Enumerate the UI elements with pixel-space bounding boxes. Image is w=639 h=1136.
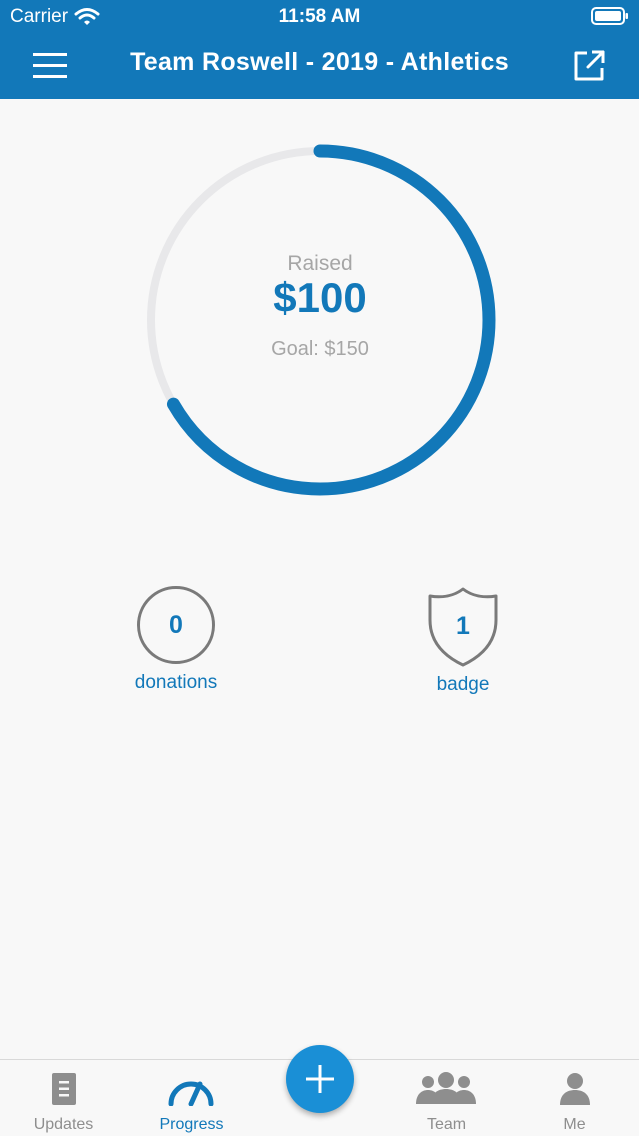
badge-label: badge xyxy=(436,674,490,695)
page-title: Team Roswell - 2019 - Athletics xyxy=(130,48,509,76)
badge-stat[interactable]: 1 badge xyxy=(403,586,523,696)
raised-amount: $100 xyxy=(273,274,367,321)
badge-count: 1 xyxy=(456,612,470,640)
plus-icon xyxy=(306,1065,334,1093)
tab-team[interactable]: Team xyxy=(383,1060,510,1136)
raised-label: Raised xyxy=(287,252,353,275)
navigation-bar: Team Roswell - 2019 - Athletics xyxy=(0,34,639,99)
add-button[interactable] xyxy=(286,1045,354,1113)
progress-ring-text: Raised $100 Goal: $150 xyxy=(144,144,496,496)
tab-updates[interactable]: Updates xyxy=(0,1060,127,1136)
hamburger-menu-icon[interactable] xyxy=(30,48,70,82)
speedometer-icon xyxy=(168,1081,214,1106)
tab-team-label: Team xyxy=(426,1116,467,1133)
tab-progress[interactable]: Progress xyxy=(128,1060,255,1136)
status-bar: Carrier 11:58 AM xyxy=(0,0,639,34)
donations-stat[interactable]: 0 donations xyxy=(116,586,236,694)
tab-me-label: Me xyxy=(563,1116,586,1133)
tab-updates-label: Updates xyxy=(33,1116,94,1133)
share-external-icon[interactable] xyxy=(571,48,607,84)
badge-shield: 1 xyxy=(426,586,500,668)
person-icon xyxy=(560,1073,590,1105)
battery-icon xyxy=(591,7,628,25)
donations-label: donations xyxy=(134,672,218,693)
tab-progress-label: Progress xyxy=(159,1116,224,1133)
group-icon xyxy=(416,1072,476,1104)
fundraising-progress-ring: Raised $100 Goal: $150 xyxy=(144,144,496,496)
status-time: 11:58 AM xyxy=(278,6,361,27)
tab-me[interactable]: Me xyxy=(511,1060,638,1136)
donations-count: 0 xyxy=(137,586,215,664)
goal-amount: Goal: $150 xyxy=(271,338,369,360)
document-icon xyxy=(52,1073,76,1105)
app-header: Carrier 11:58 AM Team Roswell - 2019 - A… xyxy=(0,0,639,99)
